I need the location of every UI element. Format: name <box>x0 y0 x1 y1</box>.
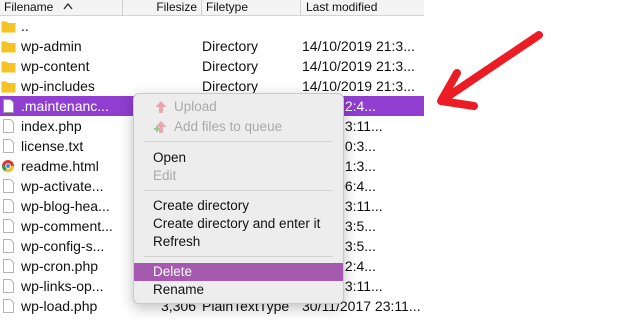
folder-icon <box>1 21 16 33</box>
file-name: wp-comment... <box>21 218 113 234</box>
file-icon <box>3 279 14 293</box>
file-size <box>140 16 196 36</box>
file-name: wp-load.php <box>21 298 98 314</box>
menu-item-edit[interactable]: Edit <box>134 167 343 185</box>
file-name: wp-blog-hea... <box>21 198 110 214</box>
menu-item-create-directory-label: Create directory <box>153 198 250 213</box>
menu-item-upload-label: Upload <box>174 99 217 114</box>
menu-separator <box>144 256 333 257</box>
file-type <box>202 16 298 36</box>
file-icon <box>3 259 14 273</box>
menu-separator <box>144 141 333 142</box>
menu-item-rename[interactable]: Rename <box>134 281 343 299</box>
column-last-modified-label: Last modified <box>306 0 378 14</box>
add-to-queue-icon <box>154 121 167 133</box>
menu-item-open-label: Open <box>153 150 187 165</box>
menu-item-add-to-queue[interactable]: Add files to queue <box>134 118 343 136</box>
file-icon <box>3 219 14 233</box>
menu-item-rename-label: Rename <box>153 282 205 297</box>
menu-separator <box>144 190 333 191</box>
column-filesize-label: Filesize <box>156 0 197 14</box>
menu-item-refresh-label: Refresh <box>153 234 201 249</box>
menu-item-add-to-queue-label: Add files to queue <box>174 119 283 134</box>
file-name: license.txt <box>21 138 84 154</box>
table-row[interactable]: .. <box>0 16 424 36</box>
html-file-icon <box>1 160 15 173</box>
table-row[interactable]: wp-admin Directory 14/10/2019 21:3... <box>0 36 424 56</box>
folder-icon <box>1 81 16 93</box>
file-icon <box>3 299 14 313</box>
menu-item-refresh[interactable]: Refresh <box>134 233 343 251</box>
file-size <box>140 56 196 76</box>
menu-item-upload[interactable]: Upload <box>134 98 343 116</box>
file-name: wp-includes <box>21 78 95 94</box>
file-name: wp-links-op... <box>21 278 104 294</box>
file-name: .maintenanc... <box>21 98 109 114</box>
column-last-modified[interactable]: Last modified <box>300 0 424 15</box>
menu-item-open[interactable]: Open <box>134 149 343 167</box>
file-type: Directory <box>202 58 259 74</box>
file-name: .. <box>21 18 29 34</box>
context-menu: Upload Add files to queue Open Edit Crea… <box>133 93 344 304</box>
file-name: wp-activate... <box>21 178 104 194</box>
table-row[interactable]: wp-content Directory 14/10/2019 21:3... <box>0 56 424 76</box>
annotation-arrow-icon <box>437 31 543 110</box>
file-icon <box>3 119 14 133</box>
file-icon <box>3 239 14 253</box>
file-name: wp-content <box>21 58 90 74</box>
file-name: readme.html <box>21 158 99 174</box>
file-modified: 14/10/2019 21:3... <box>302 38 415 54</box>
column-filename[interactable]: Filename <box>4 0 120 15</box>
menu-item-create-directory[interactable]: Create directory <box>134 197 343 215</box>
folder-icon <box>1 41 16 53</box>
menu-item-create-directory-and-enter[interactable]: Create directory and enter it <box>134 215 343 233</box>
column-filename-label: Filename <box>4 0 54 14</box>
file-modified <box>302 16 422 36</box>
file-name: wp-admin <box>21 38 82 54</box>
file-name: wp-config-s... <box>21 238 105 254</box>
sort-ascending-icon <box>63 2 73 10</box>
file-icon <box>3 99 14 113</box>
folder-icon <box>1 61 16 73</box>
column-filetype[interactable]: Filetype <box>201 0 300 15</box>
file-icon <box>3 139 14 153</box>
file-icon <box>3 179 14 193</box>
menu-item-create-directory-and-enter-label: Create directory and enter it <box>153 216 321 231</box>
menu-item-delete-label: Delete <box>153 264 193 279</box>
file-name: wp-cron.php <box>21 258 99 274</box>
file-icon <box>3 199 14 213</box>
column-header-bar: Filename Filesize Filetype Last modified <box>0 0 424 16</box>
column-filesize[interactable]: Filesize <box>122 0 201 15</box>
column-filetype-label: Filetype <box>206 0 249 14</box>
file-modified: 14/10/2019 21:3... <box>302 58 415 74</box>
upload-arrow-icon <box>155 101 167 113</box>
menu-item-edit-label: Edit <box>153 168 177 183</box>
file-type: Directory <box>202 38 259 54</box>
file-size <box>140 36 196 56</box>
menu-item-delete[interactable]: Delete <box>134 263 343 281</box>
file-name: index.php <box>21 118 82 134</box>
